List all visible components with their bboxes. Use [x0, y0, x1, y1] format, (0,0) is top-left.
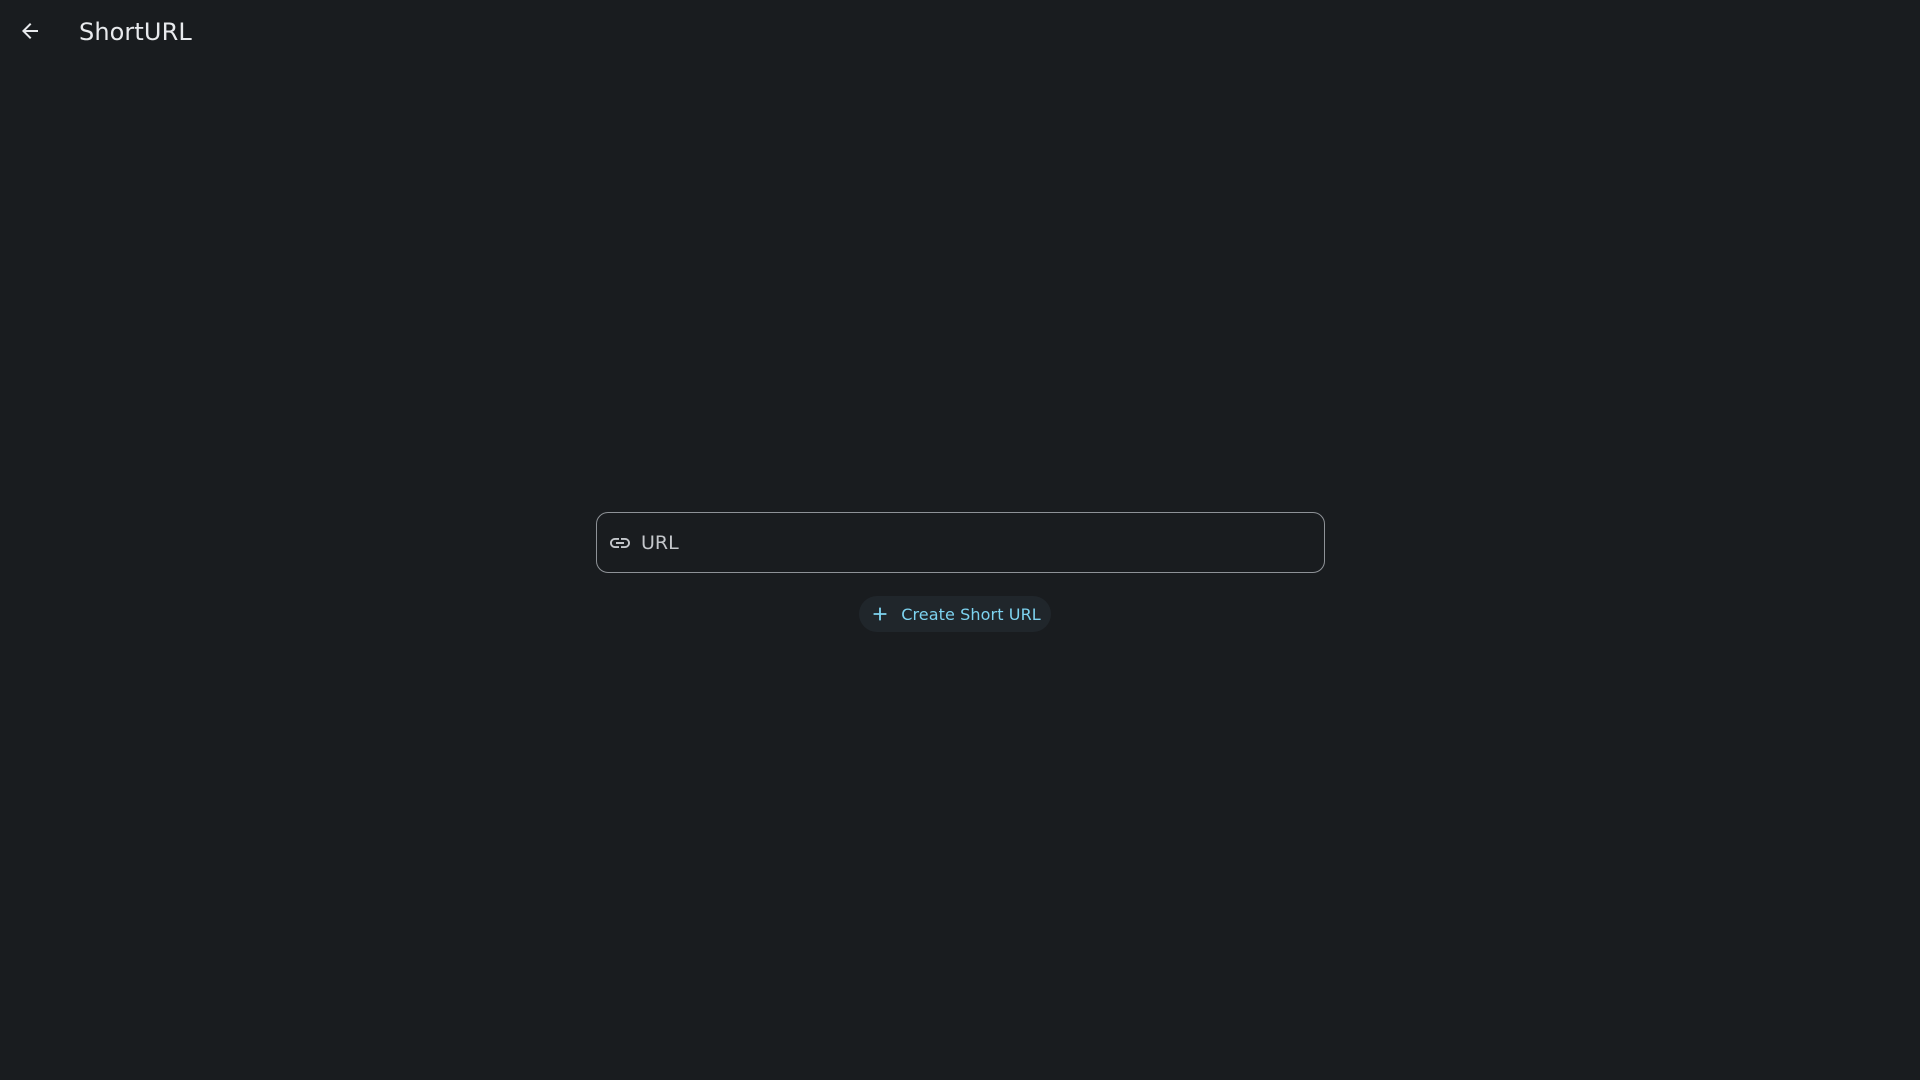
page-title: ShortURL	[79, 18, 192, 46]
link-icon	[607, 530, 633, 556]
create-short-url-button[interactable]: Create Short URL	[859, 596, 1051, 632]
arrow-back-icon	[22, 23, 38, 39]
back-button[interactable]	[10, 11, 50, 51]
plus-icon	[869, 603, 891, 625]
url-input[interactable]	[633, 513, 1324, 572]
url-field[interactable]	[596, 512, 1325, 573]
app-bar: ShortURL	[0, 0, 1920, 64]
create-button-label: Create Short URL	[901, 604, 1041, 624]
